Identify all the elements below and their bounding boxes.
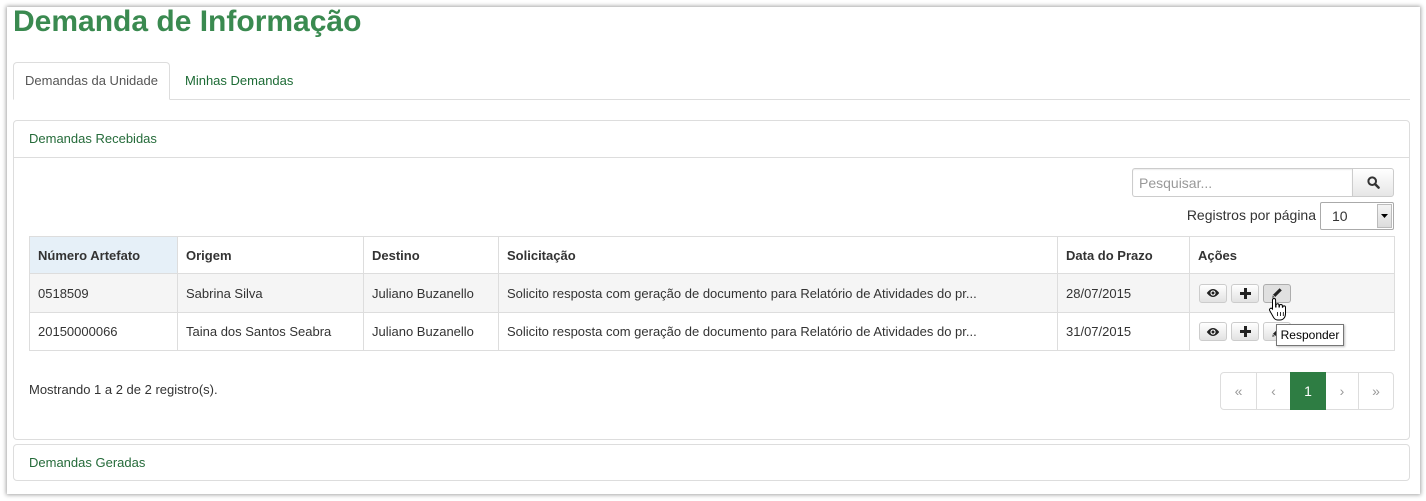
- tab-bar: Demandas da Unidade Minhas Demandas: [13, 62, 1410, 100]
- search-button[interactable]: [1352, 168, 1394, 197]
- pagination-prev[interactable]: ‹: [1256, 372, 1291, 410]
- cell-origem: Sabrina Silva: [177, 273, 364, 313]
- table-row: 0518509 Sabrina Silva Juliano Buzanello …: [29, 273, 1395, 313]
- table-row: 20150000066 Taina dos Santos Seabra Juli…: [29, 312, 1395, 351]
- panel-demandas-recebidas: Demandas Recebidas Registros por página …: [13, 120, 1410, 440]
- pagination: « ‹ 1 › »: [1220, 372, 1394, 410]
- pagination-next[interactable]: ›: [1325, 372, 1359, 410]
- column-header-solicitacao[interactable]: Solicitação: [498, 236, 1058, 274]
- page-size-label: Registros por página: [1186, 207, 1316, 223]
- cell-destino: Juliano Buzanello: [363, 273, 499, 313]
- page-size-select[interactable]: 10: [1320, 202, 1394, 230]
- plus-icon: [1239, 326, 1251, 337]
- view-button[interactable]: [1199, 322, 1227, 341]
- tooltip: Responder: [1276, 324, 1344, 346]
- page-size-value: 10: [1332, 208, 1348, 224]
- cell-prazo: 31/07/2015: [1057, 312, 1190, 351]
- table-header-row: Número Artefato Origem Destino Solicitaç…: [29, 236, 1395, 274]
- column-header-origem[interactable]: Origem: [177, 236, 364, 274]
- cell-origem: Taina dos Santos Seabra: [177, 312, 364, 351]
- plus-icon: [1239, 287, 1251, 299]
- screen: Demanda de Informação Demandas da Unidad…: [0, 0, 1426, 501]
- cell-prazo: 28/07/2015: [1057, 273, 1190, 313]
- demandas-table: Número Artefato Origem Destino Solicitaç…: [29, 236, 1395, 351]
- eye-icon: [1206, 289, 1220, 297]
- cell-acoes: [1189, 273, 1395, 313]
- add-button[interactable]: [1231, 322, 1259, 341]
- pagination-last[interactable]: »: [1358, 372, 1394, 410]
- pagination-first[interactable]: «: [1220, 372, 1257, 410]
- hand-cursor-icon: [1269, 297, 1286, 321]
- pagination-page-1[interactable]: 1: [1290, 372, 1326, 410]
- panel-heading-geradas[interactable]: Demandas Geradas: [14, 445, 1409, 480]
- eye-icon: [1206, 327, 1220, 336]
- page-title: Demanda de Informação: [13, 5, 362, 38]
- tab-demandas-da-unidade[interactable]: Demandas da Unidade: [13, 62, 170, 100]
- cell-solicitacao: Solicito resposta com geração de documen…: [498, 273, 1058, 313]
- column-header-numero-artefato[interactable]: Número Artefato: [29, 236, 178, 274]
- add-button[interactable]: [1231, 283, 1259, 303]
- column-header-acoes: Ações: [1189, 236, 1395, 274]
- chevron-down-icon[interactable]: [1377, 204, 1392, 228]
- cell-numero: 20150000066: [29, 312, 178, 351]
- panel-heading-recebidas[interactable]: Demandas Recebidas: [14, 121, 1409, 158]
- cell-numero: 0518509: [29, 273, 178, 313]
- tab-minhas-demandas[interactable]: Minhas Demandas: [170, 62, 308, 99]
- view-button[interactable]: [1199, 283, 1227, 303]
- search-input[interactable]: [1132, 168, 1352, 197]
- column-header-data-do-prazo[interactable]: Data do Prazo: [1057, 236, 1190, 274]
- records-summary: Mostrando 1 a 2 de 2 registro(s).: [29, 382, 218, 397]
- column-header-destino[interactable]: Destino: [363, 236, 499, 274]
- cell-solicitacao: Solicito resposta com geração de documen…: [498, 312, 1058, 351]
- cell-destino: Juliano Buzanello: [363, 312, 499, 351]
- panel-demandas-geradas: Demandas Geradas: [13, 444, 1410, 481]
- search-group: [1132, 168, 1394, 197]
- search-icon: [1366, 176, 1380, 189]
